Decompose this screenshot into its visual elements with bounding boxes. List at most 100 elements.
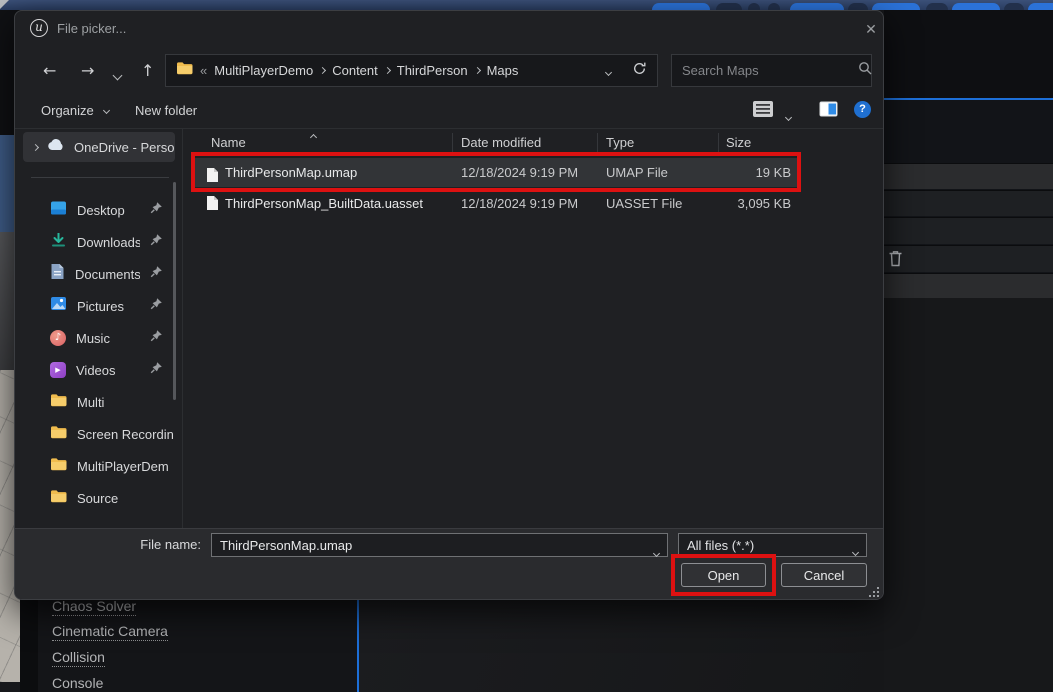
column-header-name[interactable]: Name: [211, 135, 246, 150]
tab-pill: [652, 3, 710, 10]
sidebar-item-onedrive[interactable]: OneDrive - Perso: [23, 132, 175, 162]
sidebar-item-label: Screen Recordin: [77, 427, 175, 442]
chevron-down-icon: [853, 543, 858, 558]
column-divider[interactable]: [452, 133, 453, 152]
chevron-down-icon: [785, 114, 792, 121]
preview-pane-icon: [819, 101, 838, 117]
sidebar-item-source[interactable]: Source: [23, 484, 175, 512]
column-header-type[interactable]: Type: [606, 135, 634, 150]
sidebar-item-desktop[interactable]: Desktop: [23, 196, 175, 224]
close-icon[interactable]: ✕: [861, 19, 881, 39]
sidebar-section-divider: [31, 177, 169, 178]
pictures-icon: [50, 296, 67, 316]
recent-locations-button[interactable]: [114, 66, 121, 84]
downloads-icon: [50, 231, 67, 253]
settings-link-chaos-solver[interactable]: Chaos Solver: [52, 598, 136, 616]
sidebar-item-label: Downloads: [77, 235, 140, 250]
editor-details-panel: [884, 10, 1053, 692]
organize-button[interactable]: Organize: [41, 103, 109, 118]
refresh-icon: [632, 61, 647, 76]
column-header-size[interactable]: Size: [726, 135, 751, 150]
pin-icon: [150, 297, 163, 315]
browser-tab-strip: [0, 0, 1053, 10]
file-type-value: All files (*.*): [687, 538, 754, 553]
trash-icon[interactable]: [888, 250, 903, 272]
file-name-input[interactable]: [220, 538, 645, 553]
details-row: [884, 190, 1053, 216]
forward-button[interactable]: →: [81, 61, 94, 81]
folder-icon: [50, 489, 67, 508]
column-divider[interactable]: [597, 133, 598, 152]
breadcrumb-separator-icon: [319, 67, 326, 74]
view-mode-dropdown[interactable]: [786, 107, 791, 125]
column-header-date-modified[interactable]: Date modified: [461, 135, 541, 150]
chevron-down-icon[interactable]: [654, 543, 659, 561]
address-bar[interactable]: « MultiPlayerDemo Content ThirdPerson Ma…: [165, 54, 658, 87]
sidebar-item-label: Pictures: [77, 299, 140, 314]
cancel-button[interactable]: Cancel: [781, 563, 867, 587]
address-dropdown-button[interactable]: [606, 62, 611, 80]
refresh-button[interactable]: [632, 61, 647, 81]
sidebar-item-pictures[interactable]: Pictures: [23, 292, 175, 320]
onedrive-cloud-icon: [47, 138, 65, 156]
folder-icon: [50, 457, 67, 476]
tab-pill: [748, 3, 760, 10]
resize-grip[interactable]: [869, 585, 880, 603]
settings-link-console[interactable]: Console: [52, 675, 103, 692]
breadcrumb-maps[interactable]: Maps: [487, 63, 519, 78]
documents-icon: [50, 263, 65, 285]
organize-label: Organize: [41, 103, 94, 118]
tab-pill: [926, 3, 948, 10]
list-view-icon: [753, 101, 773, 117]
file-row-thirdpersonmap-umap[interactable]: ThirdPersonMap.umap 12/18/2024 9:19 PM U…: [195, 158, 801, 187]
file-picker-dialog: u File picker... ✕ ← → ↑ « MultiPlayerDe…: [14, 10, 884, 600]
sidebar-item-label: Multi: [77, 395, 175, 410]
tab-pill: [790, 3, 844, 10]
navigation-sidebar: OneDrive - Perso Desktop Downloads Docum…: [23, 130, 181, 530]
sidebar-item-downloads[interactable]: Downloads: [23, 228, 175, 256]
settings-link-cinematic-camera[interactable]: Cinematic Camera: [52, 623, 168, 641]
details-row: [884, 217, 1053, 244]
videos-icon: ▶: [50, 362, 66, 378]
breadcrumb-multiplayerdemo[interactable]: MultiPlayerDemo: [214, 63, 313, 78]
settings-link-collision[interactable]: Collision: [52, 649, 105, 667]
breadcrumb-overflow[interactable]: «: [200, 63, 207, 78]
open-button[interactable]: Open: [681, 563, 766, 587]
details-row: [884, 273, 1053, 298]
sidebar-item-multiplayerdemo[interactable]: MultiPlayerDem: [23, 452, 175, 480]
sidebar-item-videos[interactable]: ▶ Videos: [23, 356, 175, 384]
sidebar-item-music[interactable]: ♪ Music: [23, 324, 175, 352]
details-row: [884, 163, 1053, 189]
open-button-label: Open: [708, 568, 740, 583]
preview-pane-button[interactable]: [819, 101, 838, 122]
tab-pill: [1004, 3, 1024, 10]
help-button[interactable]: ?: [854, 101, 871, 118]
corner-wedge: [0, 0, 9, 9]
file-name: ThirdPersonMap_BuiltData.uasset: [225, 192, 423, 215]
music-icon: ♪: [50, 330, 66, 346]
onedrive-label: OneDrive - Perso: [74, 140, 175, 155]
column-divider[interactable]: [718, 133, 719, 152]
file-date: 12/18/2024 9:19 PM: [461, 192, 578, 215]
up-button[interactable]: ↑: [141, 61, 154, 81]
sidebar-item-screen-recordings[interactable]: Screen Recordin: [23, 420, 175, 448]
editor-background: [359, 600, 884, 692]
breadcrumb-content[interactable]: Content: [332, 63, 378, 78]
toolbar-divider: [15, 128, 883, 129]
breadcrumb-thirdperson[interactable]: ThirdPerson: [397, 63, 468, 78]
file-type-select[interactable]: All files (*.*): [678, 533, 867, 557]
sidebar-item-documents[interactable]: Documents: [23, 260, 175, 288]
search-icon: [858, 61, 872, 80]
sidebar-scrollbar[interactable]: [173, 182, 176, 400]
details-panel-header: [884, 10, 1053, 98]
new-folder-button[interactable]: New folder: [135, 103, 197, 118]
view-mode-button[interactable]: [753, 101, 773, 122]
expand-chevron-icon: [32, 143, 39, 150]
back-button[interactable]: ←: [43, 61, 56, 81]
file-row-thirdpersonmap-builtdata-uasset[interactable]: ThirdPersonMap_BuiltData.uasset 12/18/20…: [195, 192, 801, 215]
search-input[interactable]: [682, 63, 858, 78]
file-date: 12/18/2024 9:19 PM: [461, 158, 578, 187]
sidebar-item-multi[interactable]: Multi: [23, 388, 175, 416]
sidebar-item-label: Source: [77, 491, 175, 506]
desktop-icon: [50, 200, 67, 221]
